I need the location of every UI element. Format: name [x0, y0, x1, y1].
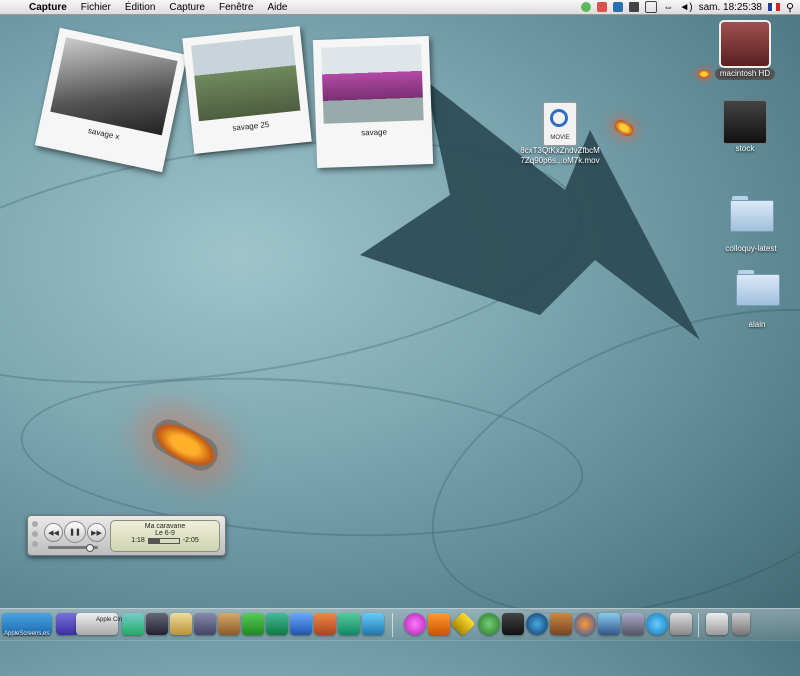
dock-skype-icon[interactable]	[646, 613, 668, 635]
hd-label: macintosh HD	[714, 68, 776, 80]
dock-separator	[392, 613, 393, 637]
itunes-display: Ma caravane Le 6-9 1:18 -2:05	[110, 520, 220, 552]
sync-icon[interactable]: ⇔	[663, 2, 673, 13]
polaroid-caption: savage	[361, 127, 388, 138]
dock-label-applescreens: AppleScreens.es	[4, 631, 50, 637]
dock-vlc-icon[interactable]	[428, 613, 450, 635]
minimize-icon[interactable]	[32, 531, 38, 537]
battery-icon[interactable]	[645, 1, 658, 13]
song-title: Ma caravane	[144, 523, 186, 530]
movie-filename-line1: 8cxT3QtKxZndvZfbcM	[520, 146, 600, 155]
menu-edition[interactable]: Édition	[118, 2, 163, 13]
desktop-icon-stock[interactable]: stock	[700, 100, 790, 154]
song-artist: Le 6-9	[155, 530, 175, 537]
folder-icon	[730, 196, 774, 232]
menu-clock[interactable]: sam. 18:25:38	[699, 2, 762, 13]
zoom-icon[interactable]	[32, 541, 38, 547]
dock-quicktime-icon[interactable]	[362, 613, 384, 635]
display-icon[interactable]	[629, 2, 640, 12]
pause-button[interactable]: ❚❚	[64, 521, 86, 543]
menu-bar: Capture Fichier Édition Capture Fenêtre …	[0, 0, 800, 15]
dock-separator	[698, 613, 699, 637]
desktop-icon-alain[interactable]: alain	[712, 270, 800, 330]
menu-fichier[interactable]: Fichier	[74, 2, 118, 13]
dock-itunes-icon[interactable]	[242, 613, 264, 635]
dock-firefox-icon[interactable]	[574, 613, 596, 635]
dock-powerpoint-icon[interactable]	[314, 613, 336, 635]
polaroid-savage-x[interactable]: savage x	[34, 27, 188, 173]
dock-sign-icon[interactable]	[450, 611, 476, 637]
stock-label: stock	[735, 144, 755, 153]
hard-drive-icon	[719, 20, 771, 68]
dock-gamecenter-icon[interactable]	[404, 613, 426, 635]
menu-app-name[interactable]: Capture	[22, 2, 74, 13]
volume-knob[interactable]	[86, 544, 94, 552]
alain-label: alain	[748, 320, 766, 329]
photo-savage	[321, 44, 424, 124]
dock-safari-icon[interactable]	[122, 613, 144, 635]
photo-savage-25	[191, 34, 301, 122]
folder-icon	[736, 270, 780, 306]
volume-icon[interactable]: ◄)	[679, 2, 692, 13]
dock-clapper-icon[interactable]	[502, 613, 524, 635]
dock-app-icon[interactable]	[670, 613, 692, 635]
desktop-icon-macintosh-hd[interactable]: macintosh HD	[700, 20, 790, 80]
close-icon[interactable]	[32, 521, 38, 527]
next-button[interactable]: ▶▶	[87, 523, 106, 542]
status-red-icon[interactable]	[597, 2, 608, 12]
dock-app-icon[interactable]	[478, 613, 500, 635]
dock-textedit-icon[interactable]	[170, 613, 192, 635]
dock-mail-icon[interactable]	[598, 613, 620, 635]
movie-badge: MOVIE	[550, 135, 570, 141]
remaining-time: -2:05	[182, 537, 199, 544]
flag-fr-icon[interactable]	[767, 3, 780, 11]
volume-slider[interactable]	[48, 544, 98, 552]
dock-excel-icon[interactable]	[338, 613, 360, 635]
polaroid-savage-25[interactable]: savage 25	[182, 26, 312, 154]
progress-bar[interactable]	[147, 537, 180, 544]
elapsed-time: 1:18	[131, 537, 145, 544]
menu-capture[interactable]: Capture	[162, 2, 212, 13]
dock-app-icon[interactable]	[622, 613, 644, 635]
drive-icon	[723, 100, 767, 144]
movie-filename-line2: 7Zq90p6s...oM7k.mov	[520, 156, 600, 165]
dock-app-icon[interactable]	[266, 613, 288, 635]
spotlight-icon[interactable]: ⚲	[786, 1, 794, 14]
trash-icon[interactable]	[732, 613, 750, 635]
desktop-icon-colloquy[interactable]: colloquy-latest	[706, 196, 796, 254]
dock-documents-icon[interactable]	[706, 613, 728, 635]
menu-fenetre[interactable]: Fenêtre	[212, 2, 260, 13]
dock-preview-icon[interactable]	[146, 613, 168, 635]
dock-finder-icon[interactable]	[56, 613, 78, 635]
progress-fill	[148, 538, 161, 543]
colloquy-label: colloquy-latest	[725, 244, 777, 253]
dock-guitar-icon[interactable]	[550, 613, 572, 635]
menu-aide[interactable]: Aide	[260, 2, 294, 13]
polaroid-savage[interactable]: savage	[312, 36, 434, 168]
desktop-icon-movie[interactable]: MOVIE 8cxT3QtKxZndvZfbcM 7Zq90p6s...oM7k…	[515, 102, 605, 166]
itunes-mini-player: ◀◀ ❚❚ ▶▶ Ma caravane Le 6-9 1:18 -2:05	[27, 515, 226, 556]
dock-home-icon[interactable]	[218, 613, 240, 635]
dock: AppleScreens.es Apple Cine	[0, 608, 800, 641]
road-lamp	[698, 70, 710, 78]
status-green-icon[interactable]	[581, 2, 592, 12]
movie-file-icon: MOVIE	[543, 102, 577, 146]
dock-label-apple-cine: Apple Cine	[96, 617, 126, 623]
previous-button[interactable]: ◀◀	[44, 523, 63, 542]
dock-app-icon[interactable]	[526, 613, 548, 635]
status-blue-icon[interactable]	[613, 2, 624, 12]
dock-utilities-icon[interactable]	[194, 613, 216, 635]
dock-word-icon[interactable]	[290, 613, 312, 635]
